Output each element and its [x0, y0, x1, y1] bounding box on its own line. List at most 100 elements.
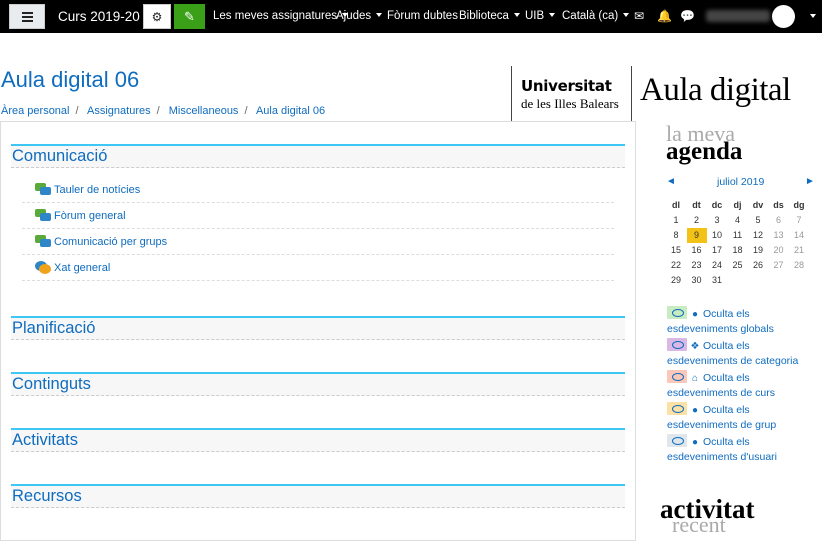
- section-title[interactable]: Activitats: [11, 430, 625, 452]
- calendar-day[interactable]: 15: [666, 243, 686, 258]
- calendar-weekday: dg: [793, 200, 805, 210]
- globe-icon: ●: [691, 309, 699, 320]
- calendar-day[interactable]: 10: [707, 228, 727, 243]
- calendar-day[interactable]: 13: [769, 228, 789, 243]
- calendar-weekday: dv: [752, 200, 764, 210]
- institution-icon: ⌂: [691, 373, 699, 384]
- calendar-day[interactable]: 31: [707, 273, 727, 288]
- calendar-month-title[interactable]: juliol 2019: [717, 176, 764, 188]
- calendar-day[interactable]: 23: [687, 258, 707, 273]
- nav-uib[interactable]: UIB: [525, 10, 556, 22]
- calendar-day[interactable]: 16: [687, 243, 707, 258]
- calendar-next-month-icon[interactable]: ►: [805, 176, 815, 187]
- calendar-prev-month-icon[interactable]: ◄: [666, 176, 676, 187]
- calendar-day[interactable]: 5: [748, 213, 768, 228]
- section-title[interactable]: Planificació: [11, 318, 625, 340]
- calendar-day[interactable]: 25: [728, 258, 748, 273]
- admin-cog-button[interactable]: ⚙: [143, 4, 171, 29]
- nav-language[interactable]: Català ‎(ca)‎: [562, 10, 630, 22]
- section-activities: Activitats: [11, 428, 625, 452]
- eye-icon[interactable]: [667, 370, 687, 383]
- breadcrumb: Àrea personal / Assignatures / Miscellaneo…: [1, 105, 326, 117]
- legend-group[interactable]: ● Oculta els esdeveniments de grup: [667, 402, 817, 433]
- legend-course[interactable]: ⌂ Oculta els esdeveniments de curs: [667, 370, 817, 401]
- calendar-day[interactable]: 17: [707, 243, 727, 258]
- calendar-weekday: dl: [672, 200, 680, 210]
- breadcrumb-item-category[interactable]: Miscellaneous: [169, 105, 239, 117]
- calendar-day[interactable]: 6: [769, 213, 789, 228]
- calendar-day[interactable]: 1: [666, 213, 686, 228]
- nav-forum-doubts[interactable]: Fòrum dubtes: [387, 10, 458, 22]
- calendar-day[interactable]: 22: [666, 258, 686, 273]
- section-resources: Recursos: [11, 484, 625, 508]
- calendar-day[interactable]: 30: [687, 273, 707, 288]
- calendar-day[interactable]: 24: [707, 258, 727, 273]
- legend-user[interactable]: ● Oculta els esdeveniments d'usuari: [667, 434, 817, 465]
- calendar-day[interactable]: 29: [666, 273, 686, 288]
- logo-line2: de les Illes Balears: [521, 96, 619, 111]
- activity-group-communication[interactable]: Comunicació per grups: [22, 229, 614, 255]
- edit-icon: ✎: [184, 8, 195, 24]
- calendar-day[interactable]: 3: [707, 213, 727, 228]
- avatar[interactable]: [772, 5, 795, 28]
- calendar-day[interactable]: 11: [728, 228, 748, 243]
- chat-icon[interactable]: 💬: [680, 9, 695, 23]
- calendar-day[interactable]: 19: [748, 243, 768, 258]
- calendar-day[interactable]: 9: [686, 228, 707, 243]
- breadcrumb-item-courses[interactable]: Assignatures: [87, 105, 151, 117]
- course-selector[interactable]: Curs 2019-20: [58, 9, 140, 24]
- calendar-day[interactable]: 4: [728, 213, 748, 228]
- eye-icon[interactable]: [667, 306, 687, 319]
- section-title[interactable]: Continguts: [11, 374, 625, 396]
- nav-my-courses[interactable]: Les meves assignatures: [213, 10, 349, 22]
- section-title[interactable]: Recursos: [11, 486, 625, 508]
- calendar-weekday: ds: [773, 200, 784, 210]
- calendar-day[interactable]: 20: [769, 243, 789, 258]
- page-title: Aula digital 06: [1, 67, 140, 92]
- user-icon: ●: [691, 437, 699, 448]
- legend-category[interactable]: ❖ Oculta els esdeveniments de categoria: [667, 338, 817, 369]
- section-communication: Comunicació: [11, 144, 625, 168]
- calendar-day[interactable]: 21: [789, 243, 809, 258]
- bell-icon[interactable]: 🔔: [657, 9, 672, 23]
- eye-icon[interactable]: [667, 402, 687, 415]
- edit-mode-button[interactable]: ✎: [174, 4, 205, 29]
- aula-digital-logo: Aula digital: [640, 72, 791, 108]
- envelope-icon[interactable]: ✉: [634, 9, 644, 23]
- calendar-weekday: dt: [692, 200, 701, 210]
- calendar-day[interactable]: 2: [687, 213, 707, 228]
- users-icon: ●: [691, 405, 699, 416]
- calendar-day[interactable]: 7: [789, 213, 809, 228]
- activity-general-forum[interactable]: Fòrum general: [22, 203, 614, 229]
- forum-icon: [35, 235, 51, 247]
- nav-library[interactable]: Biblioteca: [459, 10, 520, 22]
- calendar-day[interactable]: 18: [728, 243, 748, 258]
- section-title[interactable]: Comunicació: [11, 146, 625, 168]
- university-logo: Universitat de les Illes Balears: [511, 66, 632, 122]
- drawer-toggle-button[interactable]: [9, 4, 45, 29]
- activity-general-chat[interactable]: Xat general: [22, 255, 614, 281]
- calendar-day[interactable]: 26: [748, 258, 768, 273]
- recent-activity-title-light: recent: [672, 512, 726, 537]
- forum-icon: [35, 209, 51, 221]
- forum-icon: [35, 183, 51, 195]
- calendar-day[interactable]: 8: [666, 228, 686, 243]
- eye-icon[interactable]: [667, 338, 687, 351]
- calendar-day[interactable]: 27: [769, 258, 789, 273]
- top-navbar: Curs 2019-20 ⚙ ✎ Les meves assignatures …: [0, 0, 822, 33]
- calendar-weekday: dj: [733, 200, 742, 210]
- calendar-day[interactable]: 12: [748, 228, 768, 243]
- breadcrumb-item-home[interactable]: Àrea personal: [1, 105, 70, 117]
- agenda-title-bold: agenda: [666, 138, 743, 165]
- user-menu-caret-icon[interactable]: [810, 14, 816, 18]
- logo-line1: Universitat: [521, 77, 612, 95]
- legend-global[interactable]: ● Oculta els esdeveniments globals: [667, 306, 817, 337]
- activity-news-forum[interactable]: Tauler de notícies: [22, 177, 614, 203]
- calendar-day[interactable]: 28: [789, 258, 809, 273]
- eye-icon[interactable]: [667, 434, 687, 447]
- nav-help[interactable]: Ajudes: [336, 10, 383, 22]
- hamburger-icon: [21, 15, 33, 18]
- user-name-blurred[interactable]: [706, 10, 770, 22]
- breadcrumb-item-course[interactable]: Aula digital 06: [256, 105, 325, 117]
- calendar-day[interactable]: 14: [789, 228, 809, 243]
